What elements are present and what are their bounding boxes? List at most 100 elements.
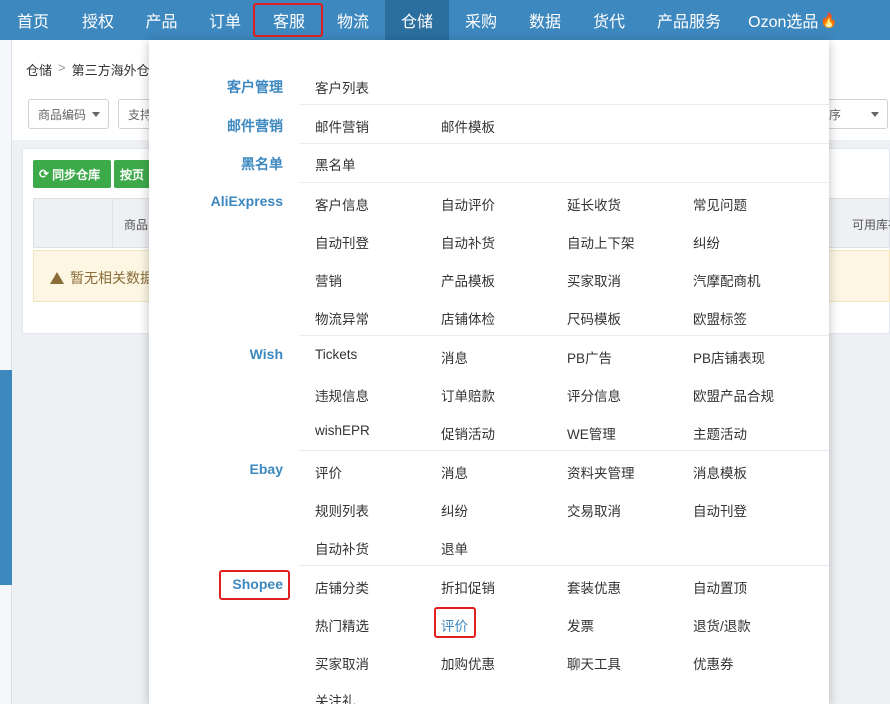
cat-aliexpress[interactable]: AliExpress [160,193,283,209]
divider [299,335,829,336]
menu-ebay-item[interactable]: 自动刊登 [693,500,747,520]
menu-shopee-item[interactable]: 店铺分类 [315,577,369,597]
menu-wish-item[interactable]: wishEPR [315,423,370,438]
menu-ali-item[interactable]: 延长收货 [567,194,621,214]
menu-shopee-item[interactable]: 折扣促销 [441,577,495,597]
menu-wish-item[interactable]: 主题活动 [693,423,747,443]
chevron-down-icon [92,112,100,117]
menu-ali-item[interactable]: 自动上下架 [567,232,635,252]
menu-wish-item[interactable]: 促销活动 [441,423,495,443]
menu-ali-item[interactable]: 产品模板 [441,270,495,290]
nav-auth[interactable]: 授权 [66,0,130,40]
cat-email-marketing[interactable]: 邮件营销 [160,116,283,136]
menu-ali-item[interactable]: 营销 [315,270,342,290]
warning-icon [50,272,64,284]
menu-ali-item[interactable]: 纠纷 [693,232,720,252]
nav-purchase[interactable]: 采购 [449,0,513,40]
menu-ebay-item[interactable]: 消息 [441,462,468,482]
nav-data[interactable]: 数据 [513,0,577,40]
nav-forwarder[interactable]: 货代 [577,0,641,40]
menu-wish-item[interactable]: 订单赔款 [441,385,495,405]
menu-ebay-item[interactable]: 评价 [315,462,342,482]
refresh-icon: ⟳ [39,167,50,181]
menu-wish-item[interactable]: 违规信息 [315,385,369,405]
menu-wish-item[interactable]: Tickets [315,347,357,362]
nav-storage[interactable]: 仓储 [385,0,449,40]
cat-wish[interactable]: Wish [160,346,283,362]
fire-icon: 🔥 [820,11,838,28]
sort-label: 序 [829,107,842,122]
menu-ali-item[interactable]: 客户信息 [315,194,369,214]
nav-home[interactable]: 首页 [0,0,66,40]
divider [299,104,829,105]
cat-customer-mgmt[interactable]: 客户管理 [160,77,283,97]
menu-ali-item[interactable]: 自动评价 [441,194,495,214]
menu-ebay-item[interactable]: 纠纷 [441,500,468,520]
left-sidebar-active [0,370,12,585]
highlight-box-shopee [219,570,290,600]
menu-email-template[interactable]: 邮件模板 [441,116,495,136]
nav-ozon-selection[interactable]: Ozon选品 🔥 [737,0,849,40]
cat-blacklist[interactable]: 黑名单 [160,154,283,174]
product-code-label: 商品编码 [38,107,87,122]
empty-message-text: 暂无相关数据 [70,270,154,286]
cat-ebay[interactable]: Ebay [160,461,283,477]
breadcrumb-sep: > [58,60,66,75]
menu-shopee-item[interactable]: 发票 [567,615,594,635]
menu-shopee-item[interactable]: 聊天工具 [567,653,621,673]
menu-shopee-item[interactable]: 优惠券 [693,653,734,673]
menu-ali-item[interactable]: 买家取消 [567,270,621,290]
product-code-select[interactable]: 商品编码 [28,99,109,129]
menu-ali-item[interactable]: 尺码模板 [567,308,621,328]
nav-order[interactable]: 订单 [193,0,257,40]
menu-shopee-item[interactable]: 买家取消 [315,653,369,673]
breadcrumb: 仓储 > 第三方海外仓 [26,60,150,79]
breadcrumb-current: 第三方海外仓 [71,63,150,78]
nav-logistics[interactable]: 物流 [321,0,385,40]
menu-ali-item[interactable]: 物流异常 [315,308,369,328]
menu-email-marketing[interactable]: 邮件营销 [315,116,369,136]
menu-ebay-item[interactable]: 交易取消 [567,500,621,520]
by-page-label: 按页 [120,167,145,182]
menu-customer-list[interactable]: 客户列表 [315,77,369,97]
menu-wish-item[interactable]: WE管理 [567,423,616,443]
menu-ali-item[interactable]: 欧盟标签 [693,308,747,328]
menu-ebay-item[interactable]: 消息模板 [693,462,747,482]
menu-blacklist[interactable]: 黑名单 [315,154,356,174]
menu-wish-item[interactable]: 欧盟产品合规 [693,385,774,405]
menu-shopee-item[interactable]: 加购优惠 [441,653,495,673]
customer-service-dropdown [149,40,829,704]
menu-shopee-item[interactable]: 关注礼 [315,690,356,704]
divider [299,565,829,566]
menu-shopee-item[interactable]: 热门精选 [315,615,369,635]
menu-ali-item[interactable]: 自动刊登 [315,232,369,252]
menu-ali-item[interactable]: 自动补货 [441,232,495,252]
divider [299,450,829,451]
nav-ozon-label: Ozon选品 [748,14,819,31]
highlight-box-reviews [434,607,476,638]
collapse-arrow-icon[interactable] [2,518,12,546]
menu-wish-item[interactable]: PB广告 [567,347,612,367]
divider [299,182,829,183]
nav-product-service[interactable]: 产品服务 [641,0,737,40]
divider [299,143,829,144]
menu-shopee-item[interactable]: 套装优惠 [567,577,621,597]
menu-wish-item[interactable]: PB店铺表现 [693,347,765,367]
menu-ali-item[interactable]: 店铺体检 [441,308,495,328]
chevron-down-icon [871,112,879,117]
menu-shopee-item[interactable]: 自动置顶 [693,577,747,597]
menu-wish-item[interactable]: 评分信息 [567,385,621,405]
menu-ebay-item[interactable]: 规则列表 [315,500,369,520]
nav-product[interactable]: 产品 [130,0,193,40]
top-nav: 首页 授权 产品 订单 客服 物流 仓储 采购 数据 货代 产品服务 Ozon选… [0,0,890,40]
by-page-button[interactable]: 按页 [114,160,154,188]
menu-ebay-item[interactable]: 自动补货 [315,538,369,558]
menu-shopee-item[interactable]: 退货/退款 [693,615,751,635]
sync-warehouse-button[interactable]: ⟳ 同步仓库 [33,160,111,188]
menu-wish-item[interactable]: 消息 [441,347,468,367]
menu-ebay-item[interactable]: 资料夹管理 [567,462,635,482]
menu-ali-item[interactable]: 汽摩配商机 [693,270,761,290]
breadcrumb-root[interactable]: 仓储 [26,60,52,79]
menu-ebay-item[interactable]: 退单 [441,538,468,558]
menu-ali-item[interactable]: 常见问题 [693,194,747,214]
